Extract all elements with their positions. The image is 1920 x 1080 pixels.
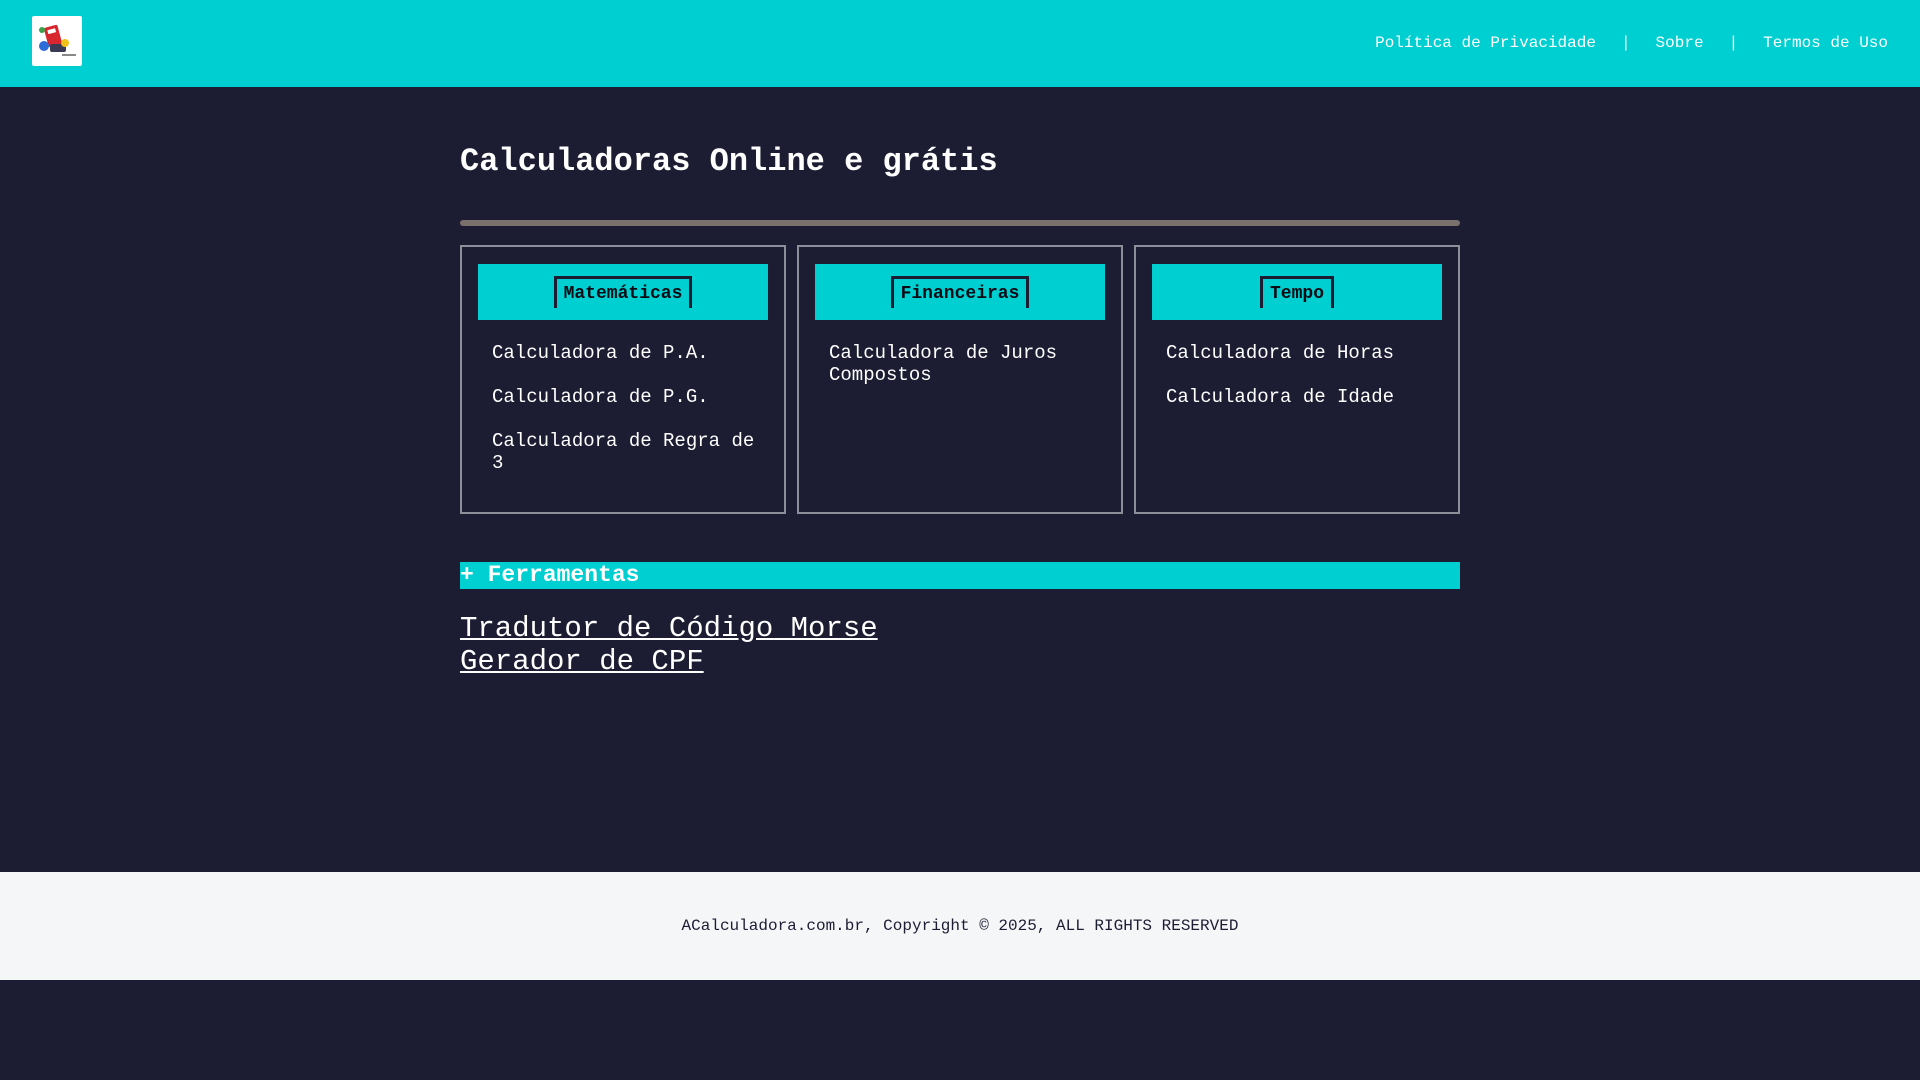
category-list: Calculadora de Horas Calculadora de Idad… bbox=[1166, 342, 1436, 430]
category-list: Calculadora de P.A. Calculadora de P.G. … bbox=[492, 342, 762, 496]
category-card-matematicas: Matemáticas Calculadora de P.A. Calculad… bbox=[460, 245, 786, 514]
nav-privacy-link[interactable]: Política de Privacidade bbox=[1375, 34, 1596, 52]
copyright-text: ACalculadora.com.br, Copyright © 2025, A… bbox=[681, 917, 1239, 935]
morse-translator-link[interactable]: Tradutor de Código Morse bbox=[460, 612, 878, 645]
category-header: Tempo bbox=[1152, 264, 1442, 320]
category-title: Financeiras bbox=[890, 276, 1030, 308]
category-header: Matemáticas bbox=[478, 264, 768, 320]
nav-separator: | bbox=[1620, 34, 1631, 52]
category-card-tempo: Tempo Calculadora de Horas Calculadora d… bbox=[1134, 245, 1460, 514]
calculator-link[interactable]: Calculadora de Idade bbox=[1166, 386, 1436, 408]
calculator-link[interactable]: Calculadora de P.G. bbox=[492, 386, 762, 408]
category-title: Tempo bbox=[1259, 276, 1334, 308]
calculator-link[interactable]: Calculadora de Horas bbox=[1166, 342, 1436, 364]
top-nav: Política de Privacidade | Sobre | Termos… bbox=[1375, 32, 1888, 54]
tools-toggle[interactable]: + Ferramentas bbox=[460, 562, 1460, 589]
calculator-link[interactable]: Calculadora de Juros Compostos bbox=[829, 342, 1099, 386]
calculator-link[interactable]: Calculadora de Regra de 3 bbox=[492, 430, 762, 474]
nav-terms-link[interactable]: Termos de Uso bbox=[1763, 34, 1888, 52]
calculator-logo-icon[interactable] bbox=[32, 16, 82, 66]
top-header: Política de Privacidade | Sobre | Termos… bbox=[0, 0, 1920, 87]
page-title: Calculadoras Online e grátis bbox=[460, 143, 998, 180]
category-list: Calculadora de Juros Compostos bbox=[829, 342, 1099, 408]
calculator-link[interactable]: Calculadora de P.A. bbox=[492, 342, 762, 364]
nav-about-link[interactable]: Sobre bbox=[1656, 34, 1704, 52]
footer: ACalculadora.com.br, Copyright © 2025, A… bbox=[0, 872, 1920, 980]
category-title: Matemáticas bbox=[553, 276, 693, 308]
category-header: Financeiras bbox=[815, 264, 1105, 320]
nav-separator: | bbox=[1728, 34, 1739, 52]
cpf-generator-link[interactable]: Gerador de CPF bbox=[460, 645, 878, 678]
tools-list: Tradutor de Código Morse Gerador de CPF bbox=[460, 612, 878, 678]
category-card-financeiras: Financeiras Calculadora de Juros Compost… bbox=[797, 245, 1123, 514]
title-divider bbox=[460, 220, 1460, 226]
